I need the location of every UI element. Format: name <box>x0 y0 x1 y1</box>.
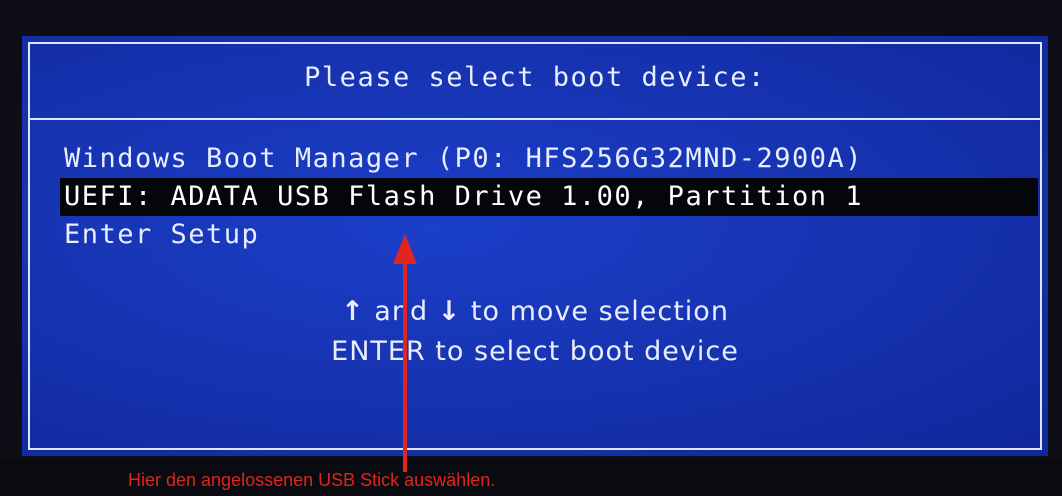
title-divider <box>30 118 1040 120</box>
boot-menu-window: Please select boot device: Windows Boot … <box>22 36 1048 456</box>
hint-enter-select: ENTER to select boot device <box>331 336 739 367</box>
hint-and: and <box>374 296 429 327</box>
annotation-caption: Hier den angelossenen USB Stick auswähle… <box>128 470 496 490</box>
boot-option-uefi-usb-flash-drive[interactable]: UEFI: ADATA USB Flash Drive 1.00, Partit… <box>60 178 1038 216</box>
boot-menu-title: Please select boot device: <box>304 62 766 93</box>
boot-device-list: Windows Boot Manager (P0: HFS256G32MND-2… <box>60 140 1038 254</box>
photo-of-monitor: Please select boot device: Windows Boot … <box>0 0 1062 496</box>
boot-option-enter-setup[interactable]: Enter Setup <box>60 216 1038 254</box>
boot-option-windows-boot-manager[interactable]: Windows Boot Manager (P0: HFS256G32MND-2… <box>60 140 1038 178</box>
hint-move-selection: ↑ and ↓ to move selection <box>22 292 1048 332</box>
hint-move-text: to move selection <box>470 296 729 327</box>
down-arrow-icon: ↓ <box>437 296 462 327</box>
navigation-hints: ↑ and ↓ to move selection ENTER to selec… <box>22 292 1048 372</box>
up-arrow-icon: ↑ <box>341 296 365 327</box>
